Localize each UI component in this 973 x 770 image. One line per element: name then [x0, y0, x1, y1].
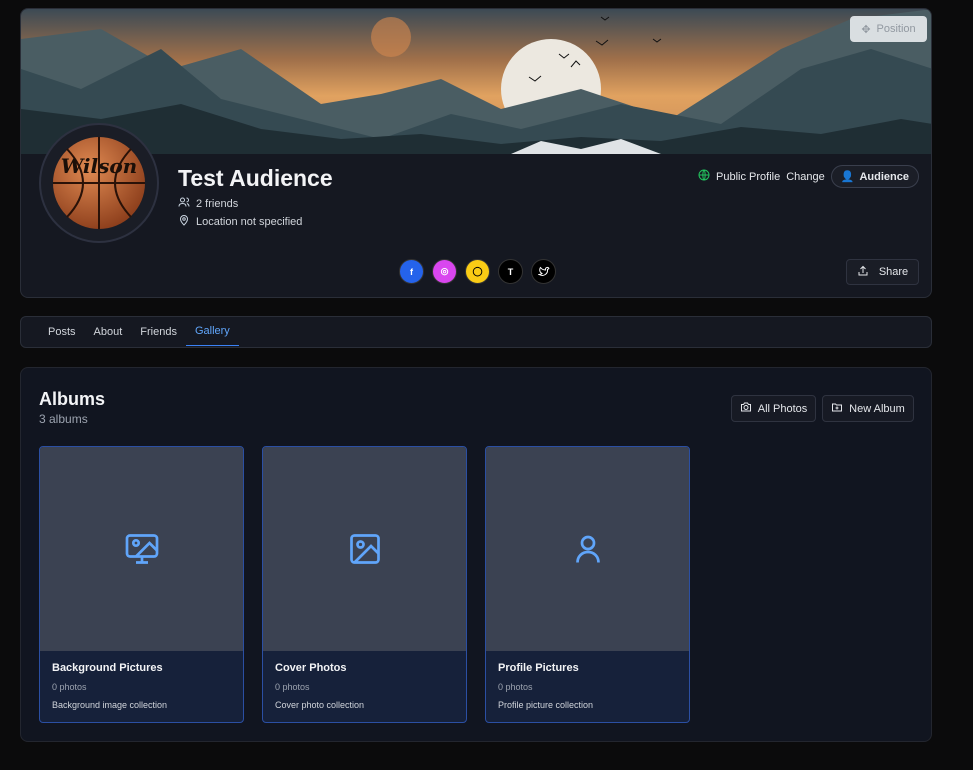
tab-friends[interactable]: Friends	[131, 317, 186, 346]
all-photos-label: All Photos	[757, 402, 808, 415]
threads-link-icon[interactable]: T	[498, 259, 523, 284]
all-photos-button[interactable]: All Photos	[731, 395, 816, 422]
change-visibility-link[interactable]: Change	[786, 171, 825, 183]
albums-title: Albums	[39, 389, 106, 409]
album-title: Background Pictures	[52, 662, 163, 674]
album-thumbnail	[263, 447, 466, 651]
move-icon: ✥	[861, 23, 871, 36]
twitter-link-icon[interactable]	[531, 259, 556, 284]
album-photo-count: 0 photos	[498, 682, 533, 692]
share-label: Share	[878, 266, 909, 278]
album-thumbnail	[40, 447, 243, 651]
image-monitor-icon	[125, 534, 158, 564]
avatar-logo-text: Wilson	[61, 154, 137, 178]
new-album-label: New Album	[849, 402, 905, 415]
visibility-label: Public Profile	[716, 170, 781, 183]
snapchat-link-icon[interactable]: ◯	[465, 259, 490, 284]
instagram-link-icon[interactable]: ◎	[432, 259, 457, 284]
share-button[interactable]: Share	[846, 259, 919, 285]
folder-plus-icon	[831, 401, 843, 416]
album-title: Profile Pictures	[498, 662, 579, 674]
album-card-cover-photos[interactable]: Cover Photos 0 photos Cover photo collec…	[262, 446, 467, 723]
tab-gallery[interactable]: Gallery	[185, 317, 239, 346]
friends-count[interactable]: 2 friends	[178, 196, 238, 211]
album-photo-count: 0 photos	[52, 682, 87, 692]
audience-user-icon: 👤	[840, 171, 855, 183]
album-description: Cover photo collection	[275, 700, 365, 710]
album-card-background-pictures[interactable]: Background Pictures 0 photos Background …	[39, 446, 244, 723]
reposition-cover-button[interactable]: ✥ Position	[850, 16, 927, 42]
new-album-button[interactable]: New Album	[822, 395, 914, 422]
avatar[interactable]: Wilson	[39, 123, 159, 243]
camera-icon	[740, 401, 752, 416]
profile-name: Test Audience	[178, 165, 333, 191]
share-icon	[857, 265, 869, 280]
audience-label: Audience	[859, 170, 909, 183]
cover-photo: ✥ Position	[21, 9, 931, 154]
album-thumbnail	[486, 447, 689, 651]
profile-header-card: ✥ Position Wilson Test Audience 2 friend…	[20, 8, 932, 298]
tab-about[interactable]: About	[85, 317, 132, 346]
social-links: f ◎ ◯ T	[399, 259, 556, 284]
album-description: Profile picture collection	[498, 700, 594, 710]
album-title: Cover Photos	[275, 662, 347, 674]
facebook-link-icon[interactable]: f	[399, 259, 424, 284]
basketball-avatar-image: Wilson	[53, 137, 145, 229]
location-pin-icon	[178, 214, 190, 229]
album-description: Background image collection	[52, 700, 168, 710]
friends-label: 2 friends	[196, 197, 239, 210]
tab-posts[interactable]: Posts	[39, 317, 85, 346]
albums-section: Albums 3 albums All Photos New Album Bac…	[20, 367, 932, 742]
image-icon	[349, 534, 380, 564]
album-photo-count: 0 photos	[275, 682, 310, 692]
profile-visibility: Public Profile Change 👤 Audience	[698, 165, 919, 188]
audience-button[interactable]: 👤 Audience	[830, 165, 919, 188]
friends-icon	[178, 196, 190, 211]
globe-icon	[698, 169, 710, 184]
location-label: Location not specified	[196, 215, 303, 228]
profile-tabs: Posts About Friends Gallery	[20, 316, 932, 348]
location: Location not specified	[178, 214, 302, 229]
album-card-profile-pictures[interactable]: Profile Pictures 0 photos Profile pictur…	[485, 446, 690, 723]
user-icon	[575, 535, 600, 563]
position-label: Position	[876, 23, 916, 35]
albums-count: 3 albums	[39, 412, 88, 426]
